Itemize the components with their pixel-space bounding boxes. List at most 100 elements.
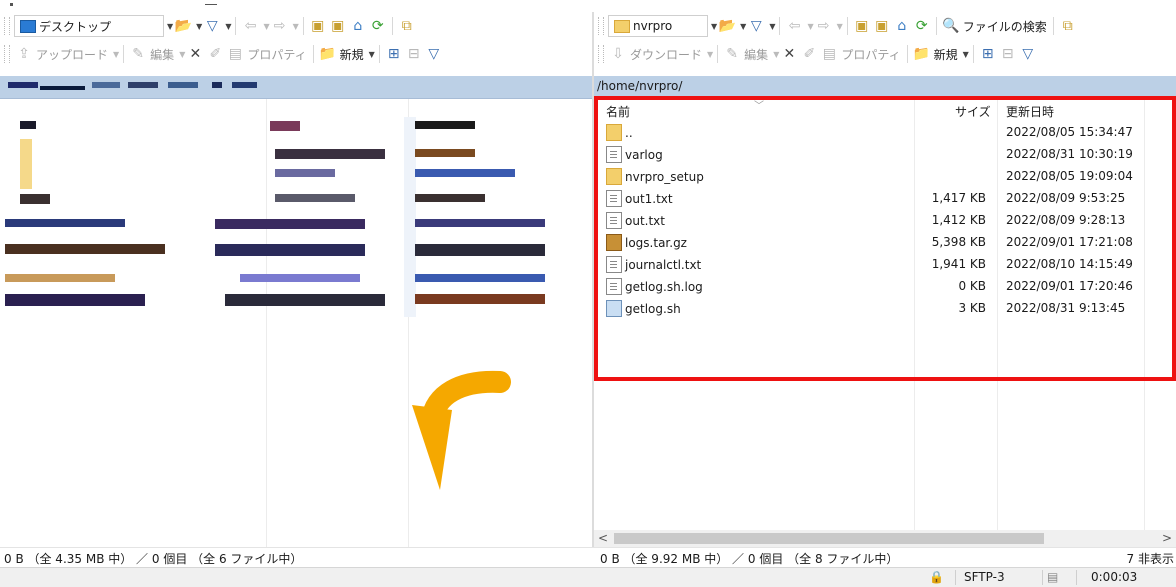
open-folder-icon[interactable]: 📂 — [174, 17, 192, 35]
chevron-down-icon[interactable]: ▼ — [369, 50, 375, 59]
parent-folder-icon[interactable]: ▣ — [853, 17, 871, 35]
horizontal-scrollbar[interactable]: < > — [594, 530, 1176, 547]
scroll-thumb[interactable] — [614, 533, 1044, 544]
home-icon[interactable]: ⌂ — [893, 17, 911, 35]
new-folder-icon[interactable]: 📁 — [319, 45, 337, 63]
remote-status-text: 0 B （全 9.92 MB 中） ／ 0 個目 （全 8 ファイル中） — [600, 552, 899, 566]
scroll-right-icon[interactable]: > — [1162, 531, 1172, 545]
deselect-icon[interactable]: ⊟ — [999, 45, 1017, 63]
local-location-combo[interactable]: デスクトップ — [14, 15, 164, 37]
strip-mark — [10, 3, 13, 6]
back-icon[interactable]: ⇦ — [785, 17, 803, 35]
redacted-path — [212, 82, 222, 88]
refresh-icon[interactable]: ⟳ — [913, 17, 931, 35]
home-icon[interactable]: ⌂ — [349, 17, 367, 35]
redacted-path — [232, 82, 257, 88]
rename-icon[interactable]: ✐ — [206, 45, 224, 63]
rename-icon[interactable]: ✐ — [800, 45, 818, 63]
refresh-icon[interactable]: ⟳ — [369, 17, 387, 35]
redacted-content — [415, 169, 515, 177]
redacted-content — [415, 149, 475, 157]
parent-folder-icon[interactable]: ▣ — [309, 17, 327, 35]
open-folder-icon[interactable]: 📂 — [718, 17, 736, 35]
chevron-down-icon[interactable]: ▼ — [963, 50, 969, 59]
folder-icon — [614, 19, 630, 33]
arrow-annotation — [412, 370, 511, 490]
lock-icon: 🔒 — [929, 570, 944, 584]
redacted-content — [240, 274, 360, 282]
redacted-content — [20, 194, 50, 204]
new-folder-icon[interactable]: 📁 — [913, 45, 931, 63]
sync-browse-icon[interactable]: ⧉ — [1059, 17, 1077, 35]
chevron-down-icon[interactable]: ▼ — [707, 50, 713, 59]
filter-select-icon[interactable]: ▽ — [425, 45, 443, 63]
download-icon[interactable]: ⇩ — [609, 45, 627, 63]
chevron-down-icon[interactable]: ▼ — [773, 50, 779, 59]
chevron-down-icon[interactable]: ▼ — [293, 22, 299, 31]
toolbar-grip[interactable] — [4, 45, 10, 63]
local-toolbar-actions: ⇪ アップロード ▼ ✎ 編集 ▼ ✕ ✐ ▤ プロパティ 📁 新規 ▼ ⊞ ⊟… — [0, 40, 592, 68]
redacted-content — [275, 149, 385, 159]
redacted-content — [415, 121, 475, 129]
redacted-path — [128, 82, 158, 88]
chevron-down-icon[interactable]: ▼ — [263, 22, 269, 31]
delete-icon[interactable]: ✕ — [186, 45, 204, 63]
delete-icon[interactable]: ✕ — [780, 45, 798, 63]
hidden-count[interactable]: 7 非表示 — [1127, 550, 1174, 567]
properties-icon[interactable]: ▤ — [820, 45, 838, 63]
forward-icon[interactable]: ⇨ — [271, 17, 289, 35]
edit-icon[interactable]: ✎ — [723, 45, 741, 63]
root-folder-icon[interactable]: ▣ — [329, 17, 347, 35]
chevron-down-icon[interactable]: ▼ — [769, 22, 775, 31]
redacted-content — [415, 219, 545, 227]
search-icon[interactable]: 🔍 — [942, 17, 960, 35]
upload-icon[interactable]: ⇪ — [15, 45, 33, 63]
protocol-label: SFTP-3 — [955, 570, 1044, 585]
elapsed-time: 0:00:03 — [1076, 570, 1176, 585]
properties-button[interactable]: プロパティ — [247, 46, 306, 63]
chevron-down-icon[interactable]: ▼ — [179, 50, 185, 59]
redacted-content — [415, 244, 545, 256]
upload-button[interactable]: アップロード — [36, 46, 108, 63]
chevron-down-icon[interactable]: ▼ — [225, 22, 231, 31]
edit-button[interactable]: 編集 — [150, 46, 174, 63]
redacted-content — [275, 194, 355, 202]
properties-icon[interactable]: ▤ — [226, 45, 244, 63]
chevron-down-icon[interactable]: ▼ — [807, 22, 813, 31]
forward-icon[interactable]: ⇨ — [815, 17, 833, 35]
remote-location-combo[interactable]: nvrpro — [608, 15, 708, 37]
strip-mark — [205, 4, 217, 5]
toolbar-grip[interactable] — [598, 17, 604, 35]
local-path-bar[interactable] — [0, 76, 592, 99]
new-button[interactable]: 新規 — [934, 46, 958, 63]
chevron-down-icon[interactable]: ▼ — [167, 22, 173, 31]
chevron-down-icon[interactable]: ▼ — [711, 22, 717, 31]
select-all-icon[interactable]: ⊞ — [979, 45, 997, 63]
chevron-down-icon[interactable]: ▼ — [740, 22, 746, 31]
back-icon[interactable]: ⇦ — [241, 17, 259, 35]
find-files-button[interactable]: ファイルの検索 — [963, 18, 1047, 35]
edit-icon[interactable]: ✎ — [129, 45, 147, 63]
chevron-down-icon[interactable]: ▼ — [113, 50, 119, 59]
filter-select-icon[interactable]: ▽ — [1019, 45, 1037, 63]
filter-icon[interactable]: ▽ — [747, 17, 765, 35]
new-button[interactable]: 新規 — [340, 46, 364, 63]
remote-toolbar-actions: ⇩ ダウンロード ▼ ✎ 編集 ▼ ✕ ✐ ▤ プロパティ 📁 新規 ▼ ⊞ ⊟… — [594, 40, 1176, 68]
redacted-content — [415, 274, 545, 282]
redacted-content — [5, 294, 145, 306]
edit-button[interactable]: 編集 — [744, 46, 768, 63]
properties-button[interactable]: プロパティ — [841, 46, 900, 63]
deselect-icon[interactable]: ⊟ — [405, 45, 423, 63]
redacted-content — [5, 219, 125, 227]
scroll-left-icon[interactable]: < — [598, 531, 608, 545]
download-button[interactable]: ダウンロード — [630, 46, 702, 63]
root-folder-icon[interactable]: ▣ — [873, 17, 891, 35]
toolbar-grip[interactable] — [598, 45, 604, 63]
filter-icon[interactable]: ▽ — [203, 17, 221, 35]
chevron-down-icon[interactable]: ▼ — [196, 22, 202, 31]
redacted-content — [20, 139, 32, 189]
chevron-down-icon[interactable]: ▼ — [837, 22, 843, 31]
toolbar-grip[interactable] — [4, 17, 10, 35]
sync-browse-icon[interactable]: ⧉ — [398, 17, 416, 35]
select-all-icon[interactable]: ⊞ — [385, 45, 403, 63]
